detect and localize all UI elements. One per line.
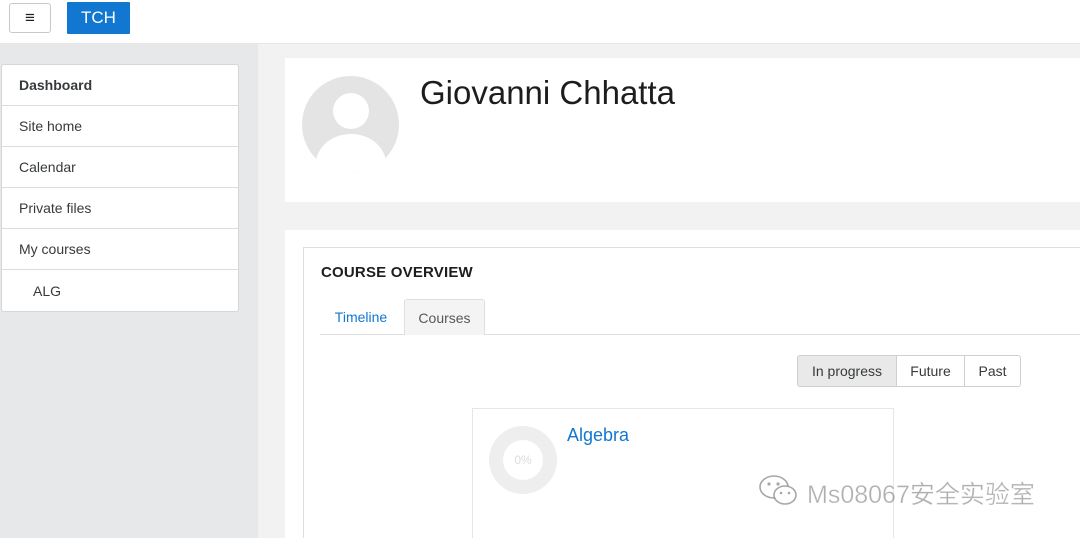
user-full-name: Giovanni Chhatta bbox=[420, 74, 675, 111]
course-filter-group: In progress Future Past bbox=[797, 355, 1021, 387]
nav-item-dashboard[interactable]: Dashboard bbox=[2, 65, 238, 106]
nav-item-my-courses[interactable]: My courses bbox=[2, 229, 238, 270]
course-name-link[interactable]: Algebra bbox=[567, 425, 629, 446]
tab-timeline[interactable]: Timeline bbox=[320, 299, 402, 335]
navigation-block: Dashboard Site home Calendar Private fil… bbox=[1, 64, 239, 312]
filter-in-progress-button[interactable]: In progress bbox=[797, 355, 897, 387]
top-navbar: ≡ TCH bbox=[0, 0, 1080, 44]
course-progress-ring: 0% bbox=[489, 426, 557, 494]
nav-item-course-alg[interactable]: ALG bbox=[2, 270, 238, 311]
wechat-icon bbox=[759, 475, 797, 505]
nav-item-site-home[interactable]: Site home bbox=[2, 106, 238, 147]
site-brand[interactable]: TCH bbox=[67, 2, 130, 34]
filter-past-button[interactable]: Past bbox=[964, 355, 1021, 387]
avatar-body bbox=[316, 134, 386, 173]
user-avatar-icon bbox=[302, 76, 399, 173]
tab-courses[interactable]: Courses bbox=[404, 299, 485, 335]
hamburger-icon: ≡ bbox=[25, 8, 35, 27]
nav-item-private-files[interactable]: Private files bbox=[2, 188, 238, 229]
course-progress-label: 0% bbox=[503, 440, 543, 480]
page-header-card bbox=[285, 58, 1080, 202]
avatar-head bbox=[333, 93, 369, 129]
watermark-text: Ms08067安全实验室 bbox=[807, 481, 1035, 510]
block-title: COURSE OVERVIEW bbox=[321, 264, 473, 281]
filter-future-button[interactable]: Future bbox=[896, 355, 965, 387]
nav-item-calendar[interactable]: Calendar bbox=[2, 147, 238, 188]
menu-toggle-button[interactable]: ≡ bbox=[9, 3, 51, 33]
